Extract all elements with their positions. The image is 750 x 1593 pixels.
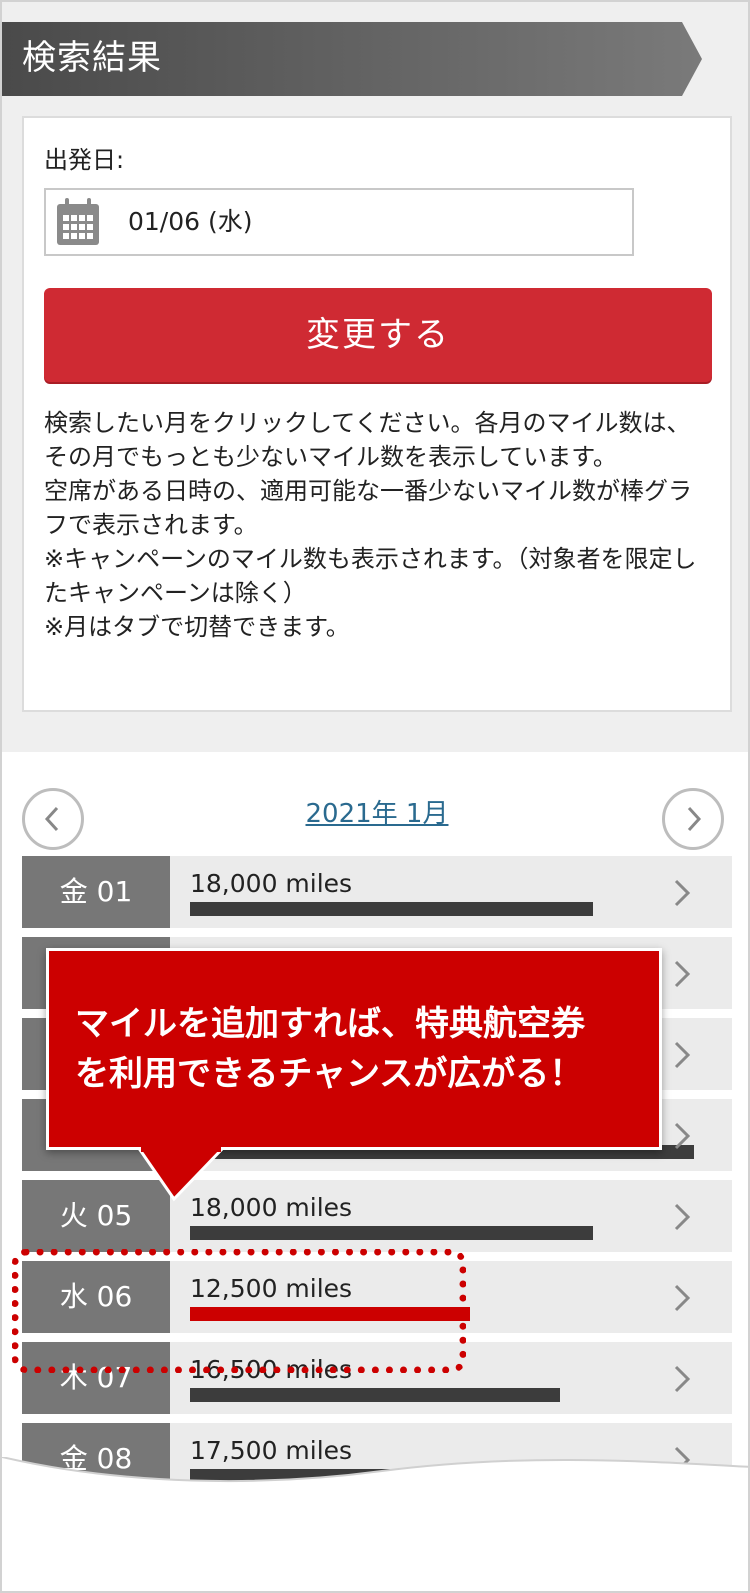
departure-date-label: 出発日: — [44, 146, 125, 174]
search-section: 検索結果 出発日: 01/06 (水) 変更する 検索したい月をクリックしてくだ… — [2, 2, 748, 752]
miles-bar — [190, 902, 593, 916]
departure-date-value: 01/06 (水) — [128, 207, 253, 236]
chevron-right-icon — [674, 1122, 691, 1150]
chevron-right-icon — [674, 1203, 691, 1231]
departure-date-field[interactable]: 01/06 (水) — [44, 188, 634, 256]
promo-callout: マイルを追加すれば、特典航空券 を利用できるチャンスが広がる！ — [46, 948, 662, 1150]
month-navigation: 2021年 1月 — [2, 782, 748, 852]
page-cut-edge — [2, 1457, 748, 1591]
title-bar: 検索結果 — [2, 22, 702, 96]
change-button[interactable]: 変更する — [44, 288, 712, 382]
miles-bar — [190, 1388, 560, 1402]
chevron-right-icon — [674, 1284, 691, 1312]
next-month-button[interactable] — [662, 788, 724, 850]
app-frame: 検索結果 出発日: 01/06 (水) 変更する 検索したい月をクリックしてくだ… — [0, 0, 750, 1593]
current-month-link[interactable]: 2021年 1月 — [252, 794, 502, 834]
chevron-right-icon — [674, 960, 691, 988]
day-label: 金 01 — [22, 856, 170, 928]
chevron-right-icon — [687, 806, 702, 832]
miles-bar — [190, 1226, 593, 1240]
chevron-right-icon — [674, 879, 691, 907]
selected-day-highlight — [12, 1249, 466, 1373]
instruction-text: 検索したい月をクリックしてください。各月のマイル数は、その月でもっとも少ないマイ… — [44, 409, 697, 641]
prev-month-button[interactable] — [22, 788, 84, 850]
calendar-icon — [57, 198, 99, 245]
callout-pointer — [138, 1147, 224, 1202]
day-row[interactable]: 火 05 18,000 miles — [22, 1180, 732, 1252]
page-title: 検索結果 — [22, 38, 162, 78]
chevron-right-icon — [674, 1041, 691, 1069]
day-row[interactable]: 金 01 18,000 miles — [22, 856, 732, 928]
search-card: 出発日: 01/06 (水) 変更する 検索したい月をクリックしてください。各月… — [22, 116, 732, 712]
miles-label: 18,000 miles — [190, 869, 353, 898]
chevron-right-icon — [674, 1365, 691, 1393]
chevron-left-icon — [44, 806, 59, 832]
promo-callout-text: マイルを追加すれば、特典航空券 を利用できるチャンスが広がる！ — [75, 1004, 585, 1094]
